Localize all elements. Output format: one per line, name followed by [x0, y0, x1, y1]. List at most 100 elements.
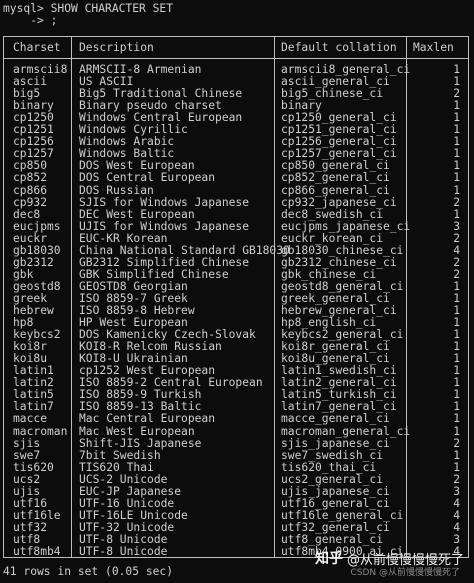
cell-default-collation: tis620_thai_ci: [281, 460, 377, 474]
table-row: macce Mac Central European macce_general_c…: [0, 413, 474, 425]
table-row: utf32 UTF-32 Unicode utf32_general_ci 4: [0, 521, 474, 534]
table-row: greek ISO 8859-7 Greek greek_general_ci 1: [0, 292, 474, 305]
table-row: cp1257 Windows Baltic cp1257_general_ci 1: [0, 148, 474, 160]
table-row: sjis Shift-JIS Japanese sjis_japanese_ci 2: [0, 436, 474, 450]
table-row: utf16le UTF-16LE Unicode utf16le_general_c…: [0, 509, 474, 522]
cell-maxlen: 1: [453, 448, 460, 462]
header-maxlen: Maxlen: [413, 41, 454, 54]
cell-description: SJIS for Windows Japanese: [79, 195, 250, 209]
cell-maxlen: 1: [453, 171, 460, 185]
cell-maxlen: 3: [453, 219, 460, 233]
table-row: eucjpms UJIS for Windows Japanese eucjpms_…: [0, 219, 474, 233]
table-row: ucs2 UCS-2 Unicode ucs2_general_ci 2: [0, 472, 474, 486]
cell-maxlen: 2: [453, 231, 460, 245]
cell-description: UTF-8 Unicode: [79, 545, 168, 558]
cell-charset: eucjpms: [13, 219, 61, 233]
cell-default-collation: cp932_japanese_ci: [281, 195, 397, 209]
cell-default-collation: macce_general_ci: [281, 412, 390, 426]
cell-charset: cp866: [13, 183, 48, 197]
cell-charset: cp852: [13, 171, 48, 185]
table-row: cp1251 Windows Cyrillic cp1251_general_ci 1: [0, 124, 474, 136]
cell-default-collation: ujis_japanese_ci: [281, 484, 390, 498]
cell-charset: euckr: [13, 231, 48, 245]
table-row: gb18030 China National Standard GB18030 gb…: [0, 243, 474, 257]
header-description: Description: [79, 41, 154, 54]
table-row: swe7 7bit Swedish swe7_swedish_ci 1: [0, 448, 474, 462]
cell-description: Shift-JIS Japanese: [79, 436, 202, 450]
cell-default-collation: euckr_korean_ci: [281, 231, 384, 245]
cell-charset: macroman: [13, 424, 68, 438]
cell-charset: swe7: [13, 448, 41, 462]
cell-charset: dec8: [13, 207, 41, 221]
table-row: cp1256 Windows Arabic cp1256_general_ci 1: [0, 136, 474, 148]
cell-default-collation: ucs2_general_ci: [281, 472, 384, 486]
table-row: cp852 DOS Central European cp852_general_c…: [0, 172, 474, 184]
table-row: euckr EUC-KR Korean euckr_korean_ci 2: [0, 231, 474, 245]
cell-description: Mac West European: [79, 424, 195, 438]
cell-description: China National Standard GB18030: [79, 243, 290, 257]
cell-default-collation: utf16_general_ci: [281, 496, 390, 510]
cell-maxlen: 2: [453, 472, 460, 486]
cell-description: DOS Central European: [79, 171, 216, 185]
table-row: utf16 UTF-16 Unicode utf16_general_ci 4: [0, 496, 474, 510]
table-row: koi8r KOI8-R Relcom Russian koi8r_general_…: [0, 341, 474, 353]
table-row: geostd8 GEOSTD8 Georgian geostd8_general_c…: [0, 280, 474, 293]
table-row: macroman Mac West European macroman_genera…: [0, 424, 474, 438]
table-row: hebrew ISO 8859-8 Hebrew hebrew_general_ci…: [0, 305, 474, 317]
table-top-border: [3, 36, 469, 37]
cell-charset: tis620: [13, 460, 54, 474]
cell-charset: cp932: [13, 195, 48, 209]
sql-continuation-line: -> ;: [3, 14, 58, 27]
cell-charset: utf16: [13, 496, 48, 510]
cell-maxlen: 2: [453, 255, 460, 269]
csdn-watermark: CSDN @从前慢慢慢慢死了: [350, 568, 460, 578]
table-row: cp850 DOS West European cp850_general_ci 1: [0, 160, 474, 172]
table-row: latin5 ISO 8859-9 Turkish latin5_turkish_c…: [0, 389, 474, 401]
header-default-collation: Default collation: [281, 41, 397, 54]
cell-charset: ujis: [13, 484, 41, 498]
cell-description: UCS-2 Unicode: [79, 472, 168, 486]
cell-maxlen: 2: [453, 436, 460, 450]
cell-description: EUC-JP Japanese: [79, 484, 182, 498]
cell-maxlen: 1: [453, 183, 460, 197]
cell-charset: macce: [13, 412, 48, 426]
cell-maxlen: 1: [453, 424, 460, 438]
cell-charset: gb2312: [13, 255, 54, 269]
cell-charset: ucs2: [13, 472, 41, 486]
table-header-separator: [3, 58, 469, 59]
table-row: gb2312 GB2312 Simplified Chinese gb2312_ch…: [0, 255, 474, 269]
cell-maxlen: 1: [453, 412, 460, 426]
table-row: big5 Big5 Traditional Chinese big5_chinese…: [0, 88, 474, 100]
table-row: cp932 SJIS for Windows Japanese cp932_japa…: [0, 195, 474, 209]
cell-description: TIS620 Thai: [79, 460, 154, 474]
cell-description: Mac Central European: [79, 412, 216, 426]
table-row: armscii8 ARMSCII-8 Armenian armscii8_gener…: [0, 64, 474, 76]
cell-default-collation: gb18030_chinese_ci: [281, 243, 404, 257]
cell-maxlen: 4: [453, 243, 460, 257]
cell-charset: gb18030: [13, 243, 61, 257]
cell-description: 7bit Swedish: [79, 448, 161, 462]
cell-default-collation: cp866_general_ci: [281, 183, 390, 197]
terminal-window: { "prompt": { "line1": "mysql> SHOW CHAR…: [0, 0, 474, 583]
table-row: latin7 ISO 8859-13 Baltic latin7_general_c…: [0, 401, 474, 413]
cell-default-collation: sjis_japanese_ci: [281, 436, 390, 450]
cell-default-collation: eucjpms_japanese_ci: [281, 219, 411, 233]
table-row: koi8u KOI8-U Ukrainian koi8u_general_ci 1: [0, 353, 474, 365]
table-row: keybcs2 DOS Kamenicky Czech-Slovak keybcs2…: [0, 329, 474, 341]
cell-maxlen: 1: [453, 460, 460, 474]
cell-description: UTF-16 Unicode: [79, 496, 175, 510]
cell-default-collation: macroman_general_ci: [281, 424, 411, 438]
zhihu-logo: 知乎: [314, 551, 343, 567]
cell-description: EUC-KR Korean: [79, 231, 168, 245]
cell-default-collation: cp852_general_ci: [281, 171, 390, 185]
result-summary: 41 rows in set (0.05 sec): [3, 565, 174, 578]
cell-maxlen: 2: [453, 195, 460, 209]
cell-description: DEC West European: [79, 207, 195, 221]
cell-description: DOS Russian: [79, 183, 154, 197]
header-charset: Charset: [13, 41, 61, 54]
table-row: dec8 DEC West European dec8_swedish_ci 1: [0, 207, 474, 221]
cell-default-collation: dec8_swedish_ci: [281, 207, 384, 221]
cell-default-collation: gb2312_chinese_ci: [281, 255, 397, 269]
cell-maxlen: 4: [453, 496, 460, 510]
table-row: ujis EUC-JP Japanese ujis_japanese_ci 3: [0, 484, 474, 498]
